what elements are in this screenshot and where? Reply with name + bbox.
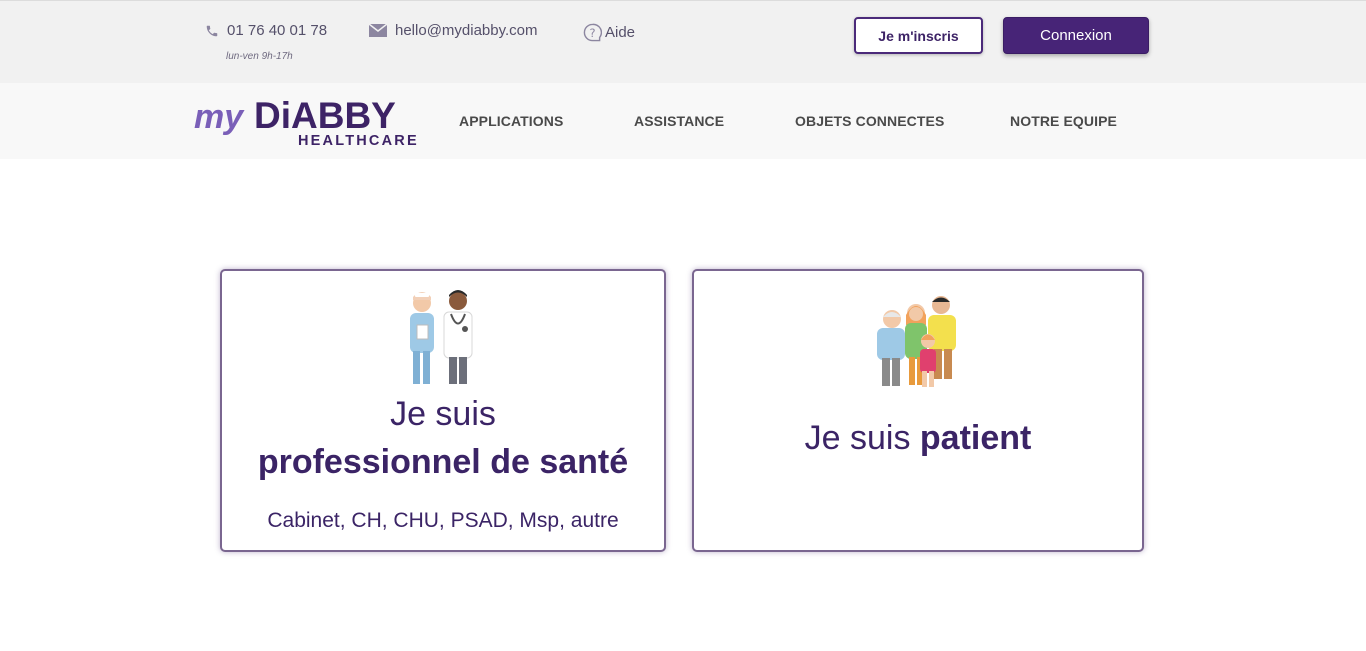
svg-text:my: my	[194, 98, 245, 136]
pro-title-line2: professionnel de santé	[257, 443, 629, 481]
mydiabby-logo[interactable]: my DiABBY HEALTHCARE	[194, 94, 424, 148]
patient-card[interactable]: Je suis patient	[692, 269, 1144, 552]
nav-applications[interactable]: APPLICATIONS	[459, 113, 563, 129]
pro-title-line1: Je suis	[390, 395, 496, 433]
email-contact[interactable]: hello@mydiabby.com	[369, 22, 538, 39]
help-label: Aide	[605, 24, 636, 41]
svg-text:DiABBY: DiABBY	[254, 95, 396, 136]
professional-card[interactable]: Je suis professionnel de santé Cabinet, …	[220, 269, 666, 552]
svg-text:HEALTHCARE: HEALTHCARE	[298, 133, 419, 148]
phone-icon	[206, 25, 218, 36]
opening-hours: lun-ven 9h-17h	[226, 51, 293, 62]
nav-notre-equipe[interactable]: NOTRE EQUIPE	[1010, 113, 1117, 129]
nav-assistance[interactable]: ASSISTANCE	[634, 113, 724, 129]
phone-number: 01 76 40 01 78	[227, 22, 328, 39]
email-address: hello@mydiabby.com	[395, 22, 538, 39]
phone-contact[interactable]: 01 76 40 01 78	[205, 22, 327, 39]
doctors-illustration	[410, 290, 473, 384]
top-utility-bar: 01 76 40 01 78 lun-ven 9h-17h hello@mydi…	[0, 0, 1366, 83]
login-button[interactable]: Connexion	[1003, 17, 1149, 54]
patient-title: Je suis patient	[694, 419, 1142, 458]
patient-title-prefix: Je suis	[804, 419, 911, 457]
help-bubble-icon: ?	[583, 23, 602, 42]
signup-button[interactable]: Je m'inscris	[854, 17, 983, 54]
svg-text:?: ?	[589, 26, 595, 40]
patient-title-emphasis: patient	[919, 419, 1032, 457]
nav-objets-connectes[interactable]: OBJETS CONNECTES	[795, 113, 944, 129]
mail-icon	[369, 24, 387, 37]
pro-subtitle: Cabinet, CH, CHU, PSAD, Msp, autre	[267, 509, 619, 532]
help-link[interactable]: ? Aide	[583, 23, 635, 42]
family-illustration	[877, 296, 956, 387]
